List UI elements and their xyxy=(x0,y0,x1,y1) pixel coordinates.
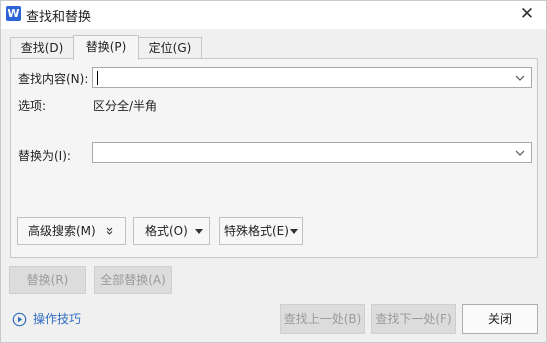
find-previous-button[interactable]: 查找上一处(B) xyxy=(280,304,365,334)
replace-panel: 查找内容(N): 选项: 区分全/半角 替换为(I): 高级搜索(M) 格式(O… xyxy=(10,58,538,258)
dropdown-triangle-icon xyxy=(290,229,298,234)
replace-with-label: 替换为(I): xyxy=(18,149,71,163)
special-format-label: 特殊格式(E) xyxy=(224,224,289,238)
replace-all-button[interactable]: 全部替换(A) xyxy=(94,266,172,294)
tab-find[interactable]: 查找(D) xyxy=(10,37,74,59)
wps-writer-logo-icon: W xyxy=(6,6,21,21)
find-next-button[interactable]: 查找下一处(F) xyxy=(371,304,456,334)
replace-with-combobox[interactable] xyxy=(92,142,532,163)
find-what-label: 查找内容(N): xyxy=(18,72,89,86)
options-value: 区分全/半角 xyxy=(93,99,158,113)
dialog-title: 查找和替换 xyxy=(26,10,92,25)
play-circle-icon xyxy=(12,312,27,327)
tab-goto[interactable]: 定位(G) xyxy=(138,37,202,59)
tips-label: 操作技巧 xyxy=(33,312,82,326)
chevron-down-icon[interactable] xyxy=(514,143,526,162)
format-button[interactable]: 格式(O) xyxy=(133,217,210,245)
close-icon[interactable]: ✕ xyxy=(516,3,538,25)
advanced-search-button[interactable]: 高级搜索(M) xyxy=(17,217,126,245)
options-label: 选项: xyxy=(18,99,47,113)
close-button[interactable]: 关闭 xyxy=(462,304,538,334)
format-label: 格式(O) xyxy=(145,224,188,238)
double-chevron-down-icon xyxy=(106,227,113,235)
dropdown-triangle-icon xyxy=(195,229,203,234)
tab-replace[interactable]: 替换(P) xyxy=(73,35,139,60)
special-format-button[interactable]: 特殊格式(E) xyxy=(219,217,303,245)
text-cursor xyxy=(97,71,98,85)
replace-button[interactable]: 替换(R) xyxy=(9,266,86,294)
title-bar[interactable]: W 查找和替换 ✕ xyxy=(1,1,546,29)
advanced-search-label: 高级搜索(M) xyxy=(28,224,96,238)
find-what-combobox[interactable] xyxy=(92,67,532,88)
chevron-down-icon[interactable] xyxy=(514,68,526,87)
find-replace-dialog: W 查找和替换 ✕ 查找(D) 替换(P) 定位(G) 查找内容(N): 选项:… xyxy=(0,0,547,343)
